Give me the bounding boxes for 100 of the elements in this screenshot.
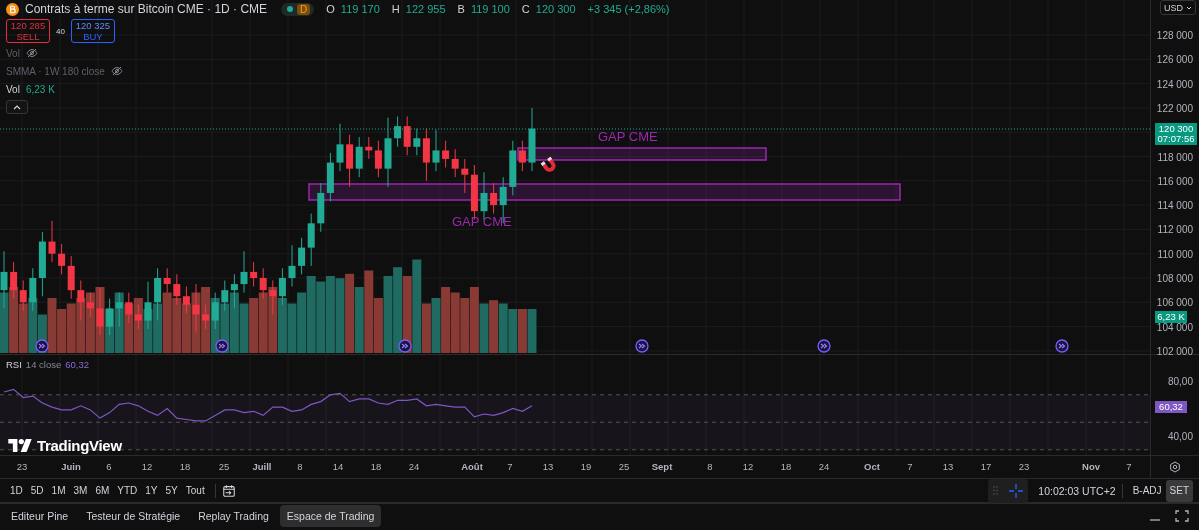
last-price-tag: 120 300 07:07:56 [1155, 123, 1197, 145]
event-marker-icon[interactable] [635, 339, 649, 353]
time-axis-label: 23 [16, 461, 28, 472]
range-button[interactable]: 3M [69, 483, 92, 498]
volume-bar [249, 298, 259, 353]
ohlc-value: 119 100 [470, 3, 510, 15]
maximize-icon[interactable] [1175, 510, 1189, 522]
eye-off-icon[interactable] [110, 66, 123, 76]
crosshair-icon[interactable] [1007, 482, 1024, 499]
volume-bar [172, 298, 182, 353]
time-axis-label: 23 [1018, 461, 1030, 472]
settings-icon[interactable] [1169, 461, 1181, 473]
time-axis-label: 24 [818, 461, 830, 472]
candlestick [192, 283, 200, 334]
buy-button[interactable]: 120 325 BUY [70, 19, 115, 43]
bitcoin-logo-icon [6, 2, 19, 16]
time-axis-label: Oct [864, 461, 880, 472]
volume-bar [297, 292, 307, 353]
range-button[interactable]: 6M [91, 483, 114, 498]
time-axis-label: 7 [1126, 461, 1132, 472]
price-axis-label: 102 000 [1156, 345, 1193, 357]
panel-tab[interactable]: Replay Trading [191, 505, 276, 527]
price-axis-label: 122 000 [1156, 102, 1193, 114]
volume-bar [0, 292, 9, 353]
volume-bar [268, 287, 278, 353]
volume-bar [469, 287, 479, 353]
ohlc-key: B [457, 3, 465, 15]
sell-button[interactable]: 120 285 SELL [6, 19, 50, 43]
price-axis-label: 126 000 [1156, 53, 1193, 65]
range-button[interactable]: 1Y [141, 483, 162, 498]
volume-bar [153, 303, 163, 353]
volume-bar [239, 303, 249, 353]
candlestick [432, 129, 440, 172]
range-button[interactable]: YTD [113, 483, 142, 498]
tradingview-logo-icon [8, 439, 32, 452]
drag-handle-icon[interactable] [993, 486, 999, 495]
price-axis-label: 104 000 [1156, 321, 1193, 333]
volume-bar [66, 303, 76, 353]
volume-bar [354, 287, 364, 353]
ohlc-value: 119 170 [340, 3, 380, 15]
clock-text: 10:02:03 UTC+2 [1038, 484, 1116, 497]
event-marker-icon[interactable] [215, 339, 229, 353]
spread-value: 40 [56, 26, 65, 36]
volume-bar [47, 298, 57, 353]
event-marker-icon[interactable] [398, 339, 412, 353]
volume-bar [258, 292, 268, 353]
volume-bar [114, 292, 124, 353]
ohlc-key: O [326, 3, 335, 15]
time-axis-label: 13 [942, 461, 954, 472]
time-axis-label: 18 [370, 461, 382, 472]
candlestick [240, 250, 248, 294]
event-marker-icon[interactable] [817, 339, 831, 353]
range-button[interactable]: 1M [47, 483, 70, 498]
panel-tab[interactable]: Editeur Pine [4, 505, 76, 527]
range-button[interactable]: 5D [26, 483, 48, 498]
event-marker-icon[interactable] [1055, 339, 1069, 353]
event-marker-icon[interactable] [35, 339, 49, 353]
volume-bar [229, 292, 239, 353]
rsi-value: 60,32 [65, 359, 89, 370]
time-axis-label: 7 [907, 461, 913, 472]
time-axis-label: 8 [297, 461, 303, 472]
volume-bar [479, 303, 489, 353]
adjustment-toggle[interactable]: SET [1165, 479, 1193, 502]
rsi-name[interactable]: RSI [6, 359, 22, 370]
time-axis-label: 13 [542, 461, 554, 472]
adjustment-toggle[interactable]: B-ADJ [1128, 479, 1166, 502]
gap-zone[interactable] [517, 147, 767, 161]
volume-bar [57, 309, 67, 353]
chevron-up-icon[interactable] [13, 104, 21, 110]
gap-zone[interactable] [308, 183, 901, 201]
panel-tab[interactable]: Espace de Trading [279, 505, 382, 527]
range-button[interactable]: Tout [181, 483, 209, 498]
indicator-label[interactable]: Vol [6, 83, 20, 95]
volume-bar [277, 298, 287, 353]
rsi-value-tag: 60,32 [1155, 401, 1187, 413]
time-axis-label: 25 [618, 461, 630, 472]
calendar-goto-icon[interactable] [221, 483, 236, 498]
time-axis-label: Août [461, 461, 483, 472]
symbol-title[interactable]: Contrats à terme sur Bitcoin CME · 1D · CME [25, 2, 268, 16]
time-axis-label: 18 [179, 461, 191, 472]
volume-bar [287, 303, 297, 353]
volume-bar [85, 292, 95, 353]
candlestick [288, 244, 296, 287]
panel-tab[interactable]: Testeur de Stratégie [79, 505, 188, 527]
crosshair-widget[interactable] [988, 478, 1029, 503]
time-axis-label: Nov [1082, 461, 1100, 472]
range-button[interactable]: 5Y [161, 483, 182, 498]
candlestick [96, 287, 104, 336]
currency-dropdown[interactable]: USD [1160, 0, 1196, 15]
volume-bar [498, 303, 508, 353]
candlestick [144, 281, 152, 330]
time-axis-label: 14 [332, 461, 344, 472]
range-button[interactable]: 1D [6, 483, 27, 498]
volume-bar [201, 287, 211, 353]
time-axis-label: 25 [218, 461, 230, 472]
rsi-axis-label: 40,00 [1167, 430, 1193, 442]
eye-off-icon[interactable] [25, 48, 38, 58]
rsi-axis-label: 80,00 [1167, 375, 1193, 387]
market-status-pill[interactable]: D [281, 2, 315, 16]
time-axis-label: 6 [106, 461, 112, 472]
